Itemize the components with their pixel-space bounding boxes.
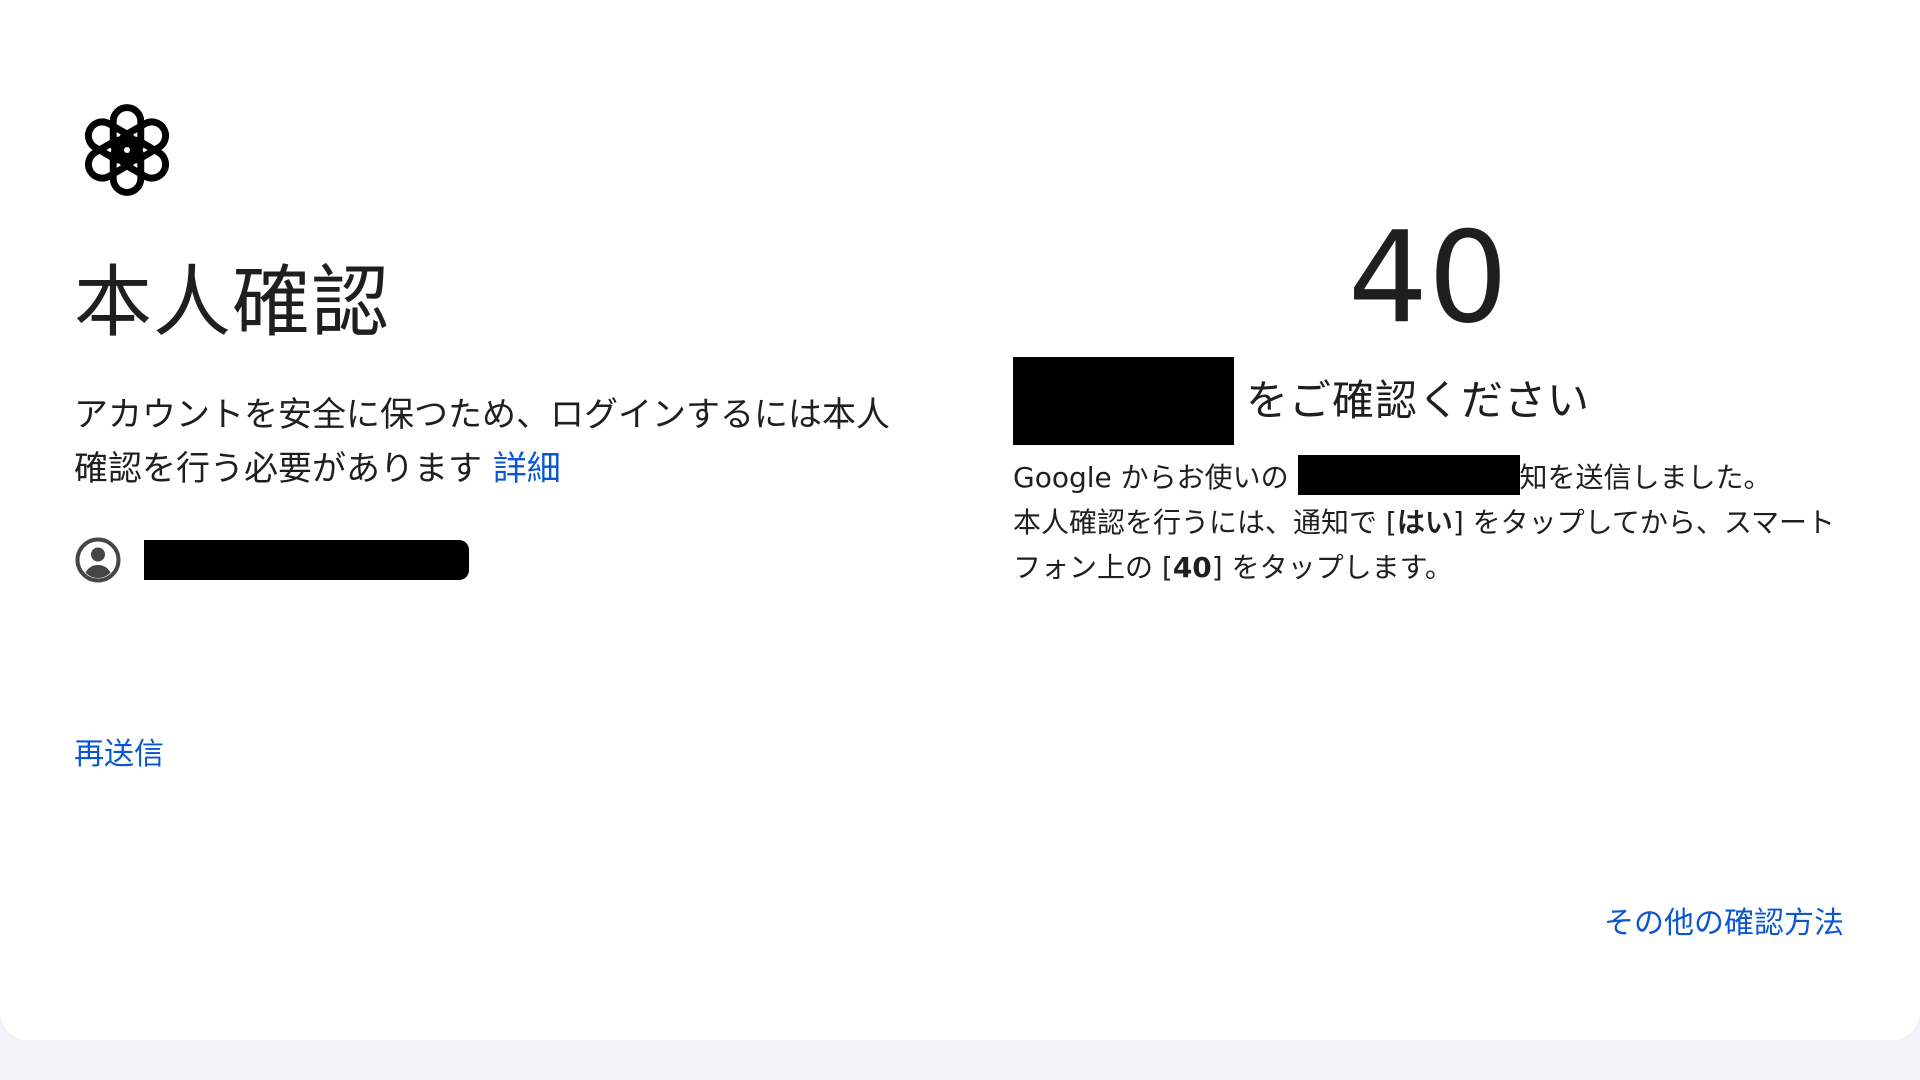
verification-card: 本人確認 アカウントを安全に保つため、ログインするには本人確認を行う必要がありま…: [0, 0, 1920, 1040]
details-link[interactable]: 詳細: [493, 449, 561, 489]
instruction-text: Google からお使いの 知を送信しました。 本人確認を行うには、通知で [は…: [1013, 455, 1853, 590]
description-text: アカウントを安全に保つため、ログインするには本人確認を行う必要があります: [74, 395, 890, 489]
verification-number: 40: [1347, 204, 1509, 351]
instruction-line1-prefix: Google からお使いの: [1013, 461, 1289, 494]
page-title: 本人確認: [74, 258, 391, 348]
instruction-number: 40: [1172, 551, 1212, 584]
instruction-yes-label: はい: [1396, 506, 1453, 539]
account-chip[interactable]: [74, 534, 469, 586]
instruction-line1-suffix: 知を送信しました。: [1519, 461, 1772, 494]
confirm-heading: をご確認ください: [1246, 376, 1591, 425]
openai-logo-icon: [84, 104, 170, 196]
resend-button[interactable]: 再送信: [74, 733, 164, 777]
account-email-redacted: [144, 540, 469, 580]
other-methods-link[interactable]: その他の確認方法: [1604, 902, 1844, 946]
instruction-line2-prefix: 本人確認を行うには、通知で [: [1013, 506, 1397, 539]
device-redacted-inline: [1297, 455, 1520, 495]
account-circle-icon: [75, 537, 121, 583]
device-name-redacted: [1013, 357, 1234, 445]
description: アカウントを安全に保つため、ログインするには本人確認を行う必要があります 詳細: [74, 388, 914, 496]
instruction-line3-suffix: ] をタップします。: [1211, 551, 1453, 584]
confirm-heading-row: をご確認ください: [1013, 357, 1590, 445]
